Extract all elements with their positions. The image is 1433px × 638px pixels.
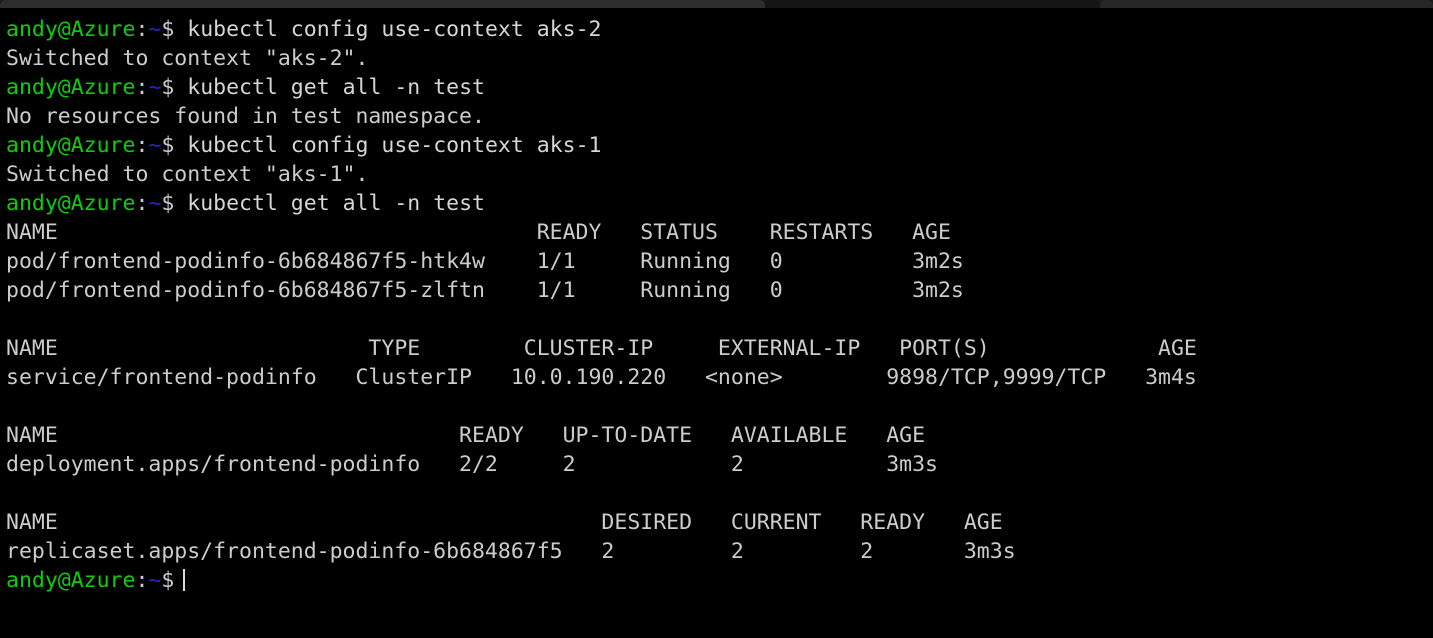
prompt-path: ~ [148,191,162,216]
terminal-prompt-line: andy@Azure:~$ kubectl config use-context… [6,15,1433,44]
terminal-output-line: service/frontend-podinfo ClusterIP 10.0.… [6,363,1433,392]
prompt-path: ~ [148,17,162,42]
terminal-output-text: Switched to context "aks-2". [6,46,369,71]
terminal-output-text: replicaset.apps/frontend-podinfo-6b68486… [6,539,1016,564]
terminal-output-line: deployment.apps/frontend-podinfo 2/2 2 2… [6,450,1433,479]
window-titlebar [0,0,1433,8]
titlebar-gap [765,0,1100,8]
terminal-prompt-line: andy@Azure:~$ kubectl get all -n test [6,73,1433,102]
terminal-command-text: kubectl config use-context aks-1 [174,133,602,158]
terminal-prompt-line: andy@Azure:~$ [6,566,1433,595]
prompt-user-host: andy@Azure [6,17,136,42]
terminal-output-line: NAME DESIRED CURRENT READY AGE [6,508,1433,537]
prompt-path: ~ [148,133,162,158]
prompt-colon: : [135,133,149,158]
terminal-command-text: kubectl get all -n test [174,75,485,100]
prompt-path: ~ [148,568,162,593]
terminal-output-line: replicaset.apps/frontend-podinfo-6b68486… [6,537,1433,566]
terminal-output-text: Switched to context "aks-1". [6,162,369,187]
terminal-output-text: NAME READY UP-TO-DATE AVAILABLE AGE [6,423,926,448]
terminal-prompt-line: andy@Azure:~$ kubectl config use-context… [6,131,1433,160]
terminal-output-text: service/frontend-podinfo ClusterIP 10.0.… [6,365,1197,390]
terminal-text-caret [183,569,186,591]
terminal-tab-inactive[interactable] [1100,0,1433,8]
terminal-output-line: NAME READY UP-TO-DATE AVAILABLE AGE [6,421,1433,450]
terminal-output-line: NAME TYPE CLUSTER-IP EXTERNAL-IP PORT(S)… [6,334,1433,363]
terminal-output-line: No resources found in test namespace. [6,102,1433,131]
terminal-output-area[interactable]: andy@Azure:~$ kubectl config use-context… [0,8,1433,638]
terminal-output-text: NAME DESIRED CURRENT READY AGE [6,510,1003,535]
prompt-user-host: andy@Azure [6,133,136,158]
prompt-symbol: $ [161,75,175,100]
terminal-output-line: Switched to context "aks-1". [6,160,1433,189]
prompt-user-host: andy@Azure [6,568,136,593]
prompt-colon: : [135,191,149,216]
prompt-colon: : [135,75,149,100]
terminal-command-text: kubectl get all -n test [174,191,485,216]
terminal-output-line: Switched to context "aks-2". [6,44,1433,73]
terminal-output-text: NAME READY STATUS RESTARTS AGE [6,220,951,245]
prompt-user-host: andy@Azure [6,191,136,216]
terminal-output-line: NAME READY STATUS RESTARTS AGE [6,218,1433,247]
terminal-prompt-line: andy@Azure:~$ kubectl get all -n test [6,189,1433,218]
terminal-output-text: pod/frontend-podinfo-6b684867f5-zlftn 1/… [6,278,964,303]
terminal-output-text: NAME TYPE CLUSTER-IP EXTERNAL-IP PORT(S)… [6,336,1197,361]
terminal-output-text: pod/frontend-podinfo-6b684867f5-htk4w 1/… [6,249,964,274]
terminal-output-text: deployment.apps/frontend-podinfo 2/2 2 2… [6,452,938,477]
terminal-output-line: pod/frontend-podinfo-6b684867f5-htk4w 1/… [6,247,1433,276]
terminal-command-text: kubectl config use-context aks-2 [174,17,602,42]
prompt-symbol: $ [161,191,175,216]
prompt-user-host: andy@Azure [6,75,136,100]
prompt-symbol: $ [161,568,175,593]
prompt-colon: : [135,568,149,593]
prompt-symbol: $ [161,133,175,158]
prompt-path: ~ [148,75,162,100]
terminal-tab-active[interactable] [0,0,765,8]
prompt-symbol: $ [161,17,175,42]
prompt-colon: : [135,17,149,42]
terminal-output-line: pod/frontend-podinfo-6b684867f5-zlftn 1/… [6,276,1433,305]
terminal-output-text: No resources found in test namespace. [6,104,485,129]
